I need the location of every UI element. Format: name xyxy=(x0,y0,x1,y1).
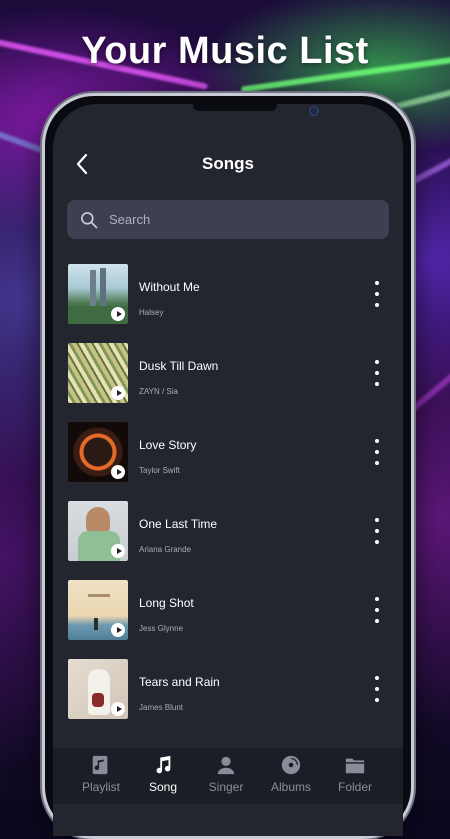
playlist-icon xyxy=(92,755,108,775)
play-icon[interactable] xyxy=(111,544,125,558)
album-cover xyxy=(68,422,128,482)
app-header: Songs xyxy=(53,144,403,184)
song-artist: Taylor Swift xyxy=(139,466,180,475)
phone-frame: Songs Without Me Halsey xyxy=(42,93,414,839)
tab-playlist[interactable]: Playlist xyxy=(71,754,131,794)
play-icon[interactable] xyxy=(111,623,125,637)
tab-singer[interactable]: Singer xyxy=(196,754,256,794)
tab-albums[interactable]: Albums xyxy=(261,754,321,794)
more-options-icon[interactable] xyxy=(371,676,383,702)
song-title: Love Story xyxy=(139,438,197,452)
tab-song[interactable]: Song xyxy=(133,754,193,794)
song-title: Without Me xyxy=(139,280,200,294)
song-row[interactable]: Dusk Till Dawn ZAYN / Sia xyxy=(53,343,403,403)
song-artist: Halsey xyxy=(139,308,164,317)
song-artist: Jess Glynne xyxy=(139,624,184,633)
album-cover xyxy=(68,343,128,403)
tab-label: Folder xyxy=(337,780,372,794)
phone-notch xyxy=(193,104,277,111)
person-icon xyxy=(217,756,235,775)
album-cover xyxy=(68,659,128,719)
tab-label: Singer xyxy=(208,780,244,794)
more-options-icon[interactable] xyxy=(371,439,383,465)
more-options-icon[interactable] xyxy=(371,597,383,623)
disc-icon xyxy=(281,755,301,775)
album-cover xyxy=(68,580,128,640)
song-row[interactable]: Long Shot Jess Glynne xyxy=(53,580,403,640)
song-row[interactable]: One Last Time Ariana Grande xyxy=(53,501,403,561)
more-options-icon[interactable] xyxy=(371,518,383,544)
song-artist: Ariana Grande xyxy=(139,545,192,554)
play-icon[interactable] xyxy=(111,702,125,716)
search-bar[interactable] xyxy=(67,200,389,239)
search-input[interactable] xyxy=(107,211,371,228)
page-title: Songs xyxy=(202,154,254,173)
album-cover xyxy=(68,501,128,561)
song-title: Tears and Rain xyxy=(139,675,220,689)
play-icon[interactable] xyxy=(111,465,125,479)
song-title: Long Shot xyxy=(139,596,194,610)
tab-folder[interactable]: Folder xyxy=(325,754,385,794)
more-options-icon[interactable] xyxy=(371,360,383,386)
song-row[interactable]: Without Me Halsey xyxy=(53,264,403,324)
song-title: Dusk Till Dawn xyxy=(139,359,219,373)
folder-icon xyxy=(345,758,365,774)
song-artist: ZAYN / Sia xyxy=(139,387,178,396)
tab-label: Albums xyxy=(270,780,311,794)
song-row[interactable]: Tears and Rain James Blunt xyxy=(53,659,403,719)
music-note-icon xyxy=(156,755,171,774)
play-icon[interactable] xyxy=(111,307,125,321)
search-icon xyxy=(81,211,98,228)
tab-label: Song xyxy=(148,780,178,794)
bottom-tab-bar: Playlist Song Singer Albums Folder xyxy=(53,748,403,804)
song-row[interactable]: Love Story Taylor Swift xyxy=(53,422,403,482)
tab-label: Playlist xyxy=(81,780,120,794)
camera-icon xyxy=(309,106,319,116)
phone-screen: Songs Without Me Halsey xyxy=(53,104,403,836)
album-cover xyxy=(68,264,128,324)
promo-title: Your Music List xyxy=(81,30,369,72)
more-options-icon[interactable] xyxy=(371,281,383,307)
play-icon[interactable] xyxy=(111,386,125,400)
song-artist: James Blunt xyxy=(139,703,184,712)
song-title: One Last Time xyxy=(139,517,218,531)
